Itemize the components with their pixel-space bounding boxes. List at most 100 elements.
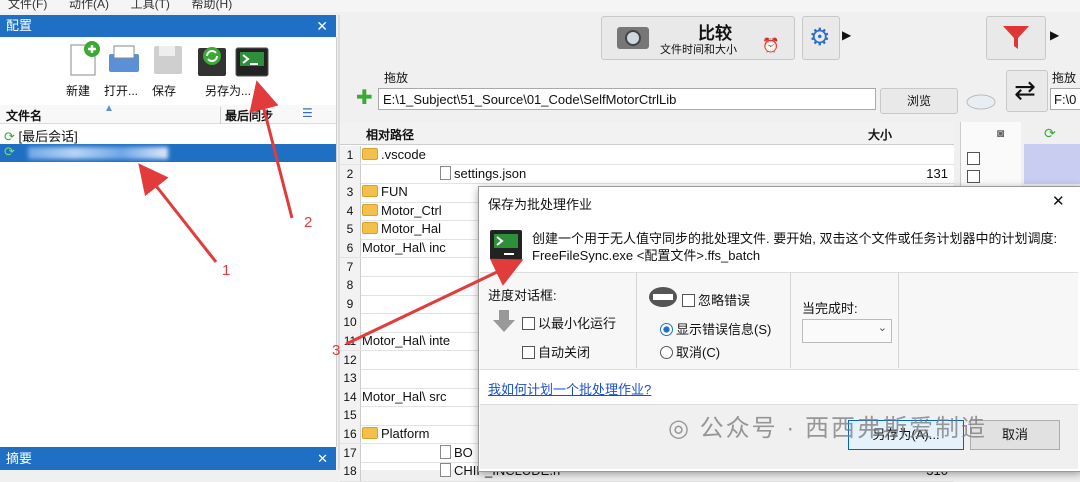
compare-sublabel: 文件时间和大小 bbox=[660, 44, 737, 56]
compare-dropdown-icon[interactable]: ▶ bbox=[842, 28, 851, 42]
sync-action-column bbox=[1024, 144, 1080, 184]
row-number: 11 bbox=[340, 332, 361, 351]
new-config-label: 新建 bbox=[66, 84, 91, 98]
column-filename[interactable]: 文件名 bbox=[6, 107, 42, 124]
save-as-sync-icon bbox=[198, 47, 226, 76]
auto-close-checkbox[interactable]: 自动关闭 bbox=[522, 342, 590, 361]
watermark: ◎ 公众号 · 西西弗斯爱制造 bbox=[668, 408, 987, 443]
save-config-label: 保存 bbox=[152, 84, 177, 98]
filter-funnel-icon bbox=[1003, 26, 1029, 49]
row-number: 15 bbox=[340, 406, 361, 425]
row-number: 1 bbox=[340, 146, 361, 165]
save-as-config-button[interactable] bbox=[194, 40, 230, 80]
radio-dot bbox=[660, 346, 673, 359]
column-size[interactable]: 大小 bbox=[868, 126, 892, 143]
row-number: 6 bbox=[340, 239, 361, 258]
relative-path-cell: Motor_Hal\ src bbox=[362, 389, 447, 404]
path-text: Motor_Hal\ inc bbox=[362, 240, 446, 255]
schedule-help-link[interactable]: 我如何计划一个批处理作业? bbox=[488, 379, 651, 398]
cancel-on-error-radio[interactable]: 取消(C) bbox=[660, 342, 720, 361]
compare-button[interactable]: 比较 文件时间和大小 ⏰ bbox=[601, 16, 795, 60]
annotation-number-3: 3 bbox=[332, 342, 341, 359]
show-errors-label: 显示错误信息(S) bbox=[676, 322, 772, 337]
table-row[interactable]: 2 settings.json 131 bbox=[340, 164, 954, 184]
sync-icon: ⟳ bbox=[4, 129, 15, 144]
menu-bar: 文件(F) 动作(A) 工具(T) 帮助(H) bbox=[0, 0, 1080, 12]
close-icon[interactable]: ✕ bbox=[316, 15, 328, 37]
folder-icon bbox=[362, 185, 378, 198]
add-folder-pair-icon[interactable]: ✚ bbox=[356, 88, 374, 109]
row-number: 10 bbox=[340, 313, 361, 332]
relative-path-cell: BO bbox=[440, 444, 473, 460]
relative-path-cell: Motor_Ctrl bbox=[362, 203, 442, 218]
list-view-icon[interactable]: ☰ bbox=[302, 106, 313, 120]
row-checkbox[interactable] bbox=[967, 170, 980, 183]
close-icon[interactable]: ✕ bbox=[1052, 192, 1065, 210]
sync-icon: ⟳ bbox=[4, 144, 15, 159]
row-checkbox[interactable] bbox=[967, 152, 980, 165]
new-config-button[interactable] bbox=[66, 40, 102, 80]
menu-help[interactable]: 帮助(H) bbox=[192, 0, 233, 11]
browse-button[interactable]: 浏览 bbox=[880, 88, 958, 114]
summary-panel-header: 摘要 ✕ bbox=[0, 447, 336, 470]
compare-settings-button[interactable]: ⚙ bbox=[802, 16, 840, 60]
summary-panel-title: 摘要 bbox=[6, 451, 33, 466]
progress-dialog-label: 进度对话框: bbox=[488, 288, 557, 303]
file-icon bbox=[440, 165, 451, 180]
right-folder-path-input[interactable]: F:\0 bbox=[1050, 88, 1080, 110]
close-icon[interactable]: ✕ bbox=[317, 447, 328, 470]
column-last-sync[interactable]: 最后同步 bbox=[220, 107, 273, 124]
menu-tools[interactable]: 工具(T) bbox=[131, 0, 170, 11]
config-item-selected[interactable]: ⟳ bbox=[0, 144, 336, 162]
divider bbox=[898, 272, 899, 368]
save-config-button[interactable] bbox=[150, 40, 186, 80]
relative-path-cell: Motor_Hal\ inte bbox=[362, 333, 450, 348]
swap-sides-button[interactable]: ⇄ bbox=[1006, 70, 1048, 112]
row-number: 18 bbox=[340, 462, 361, 481]
open-folder-icon bbox=[109, 45, 139, 72]
ignore-errors-checkbox[interactable]: 忽略错误 bbox=[682, 290, 750, 309]
filter-button[interactable] bbox=[986, 16, 1046, 60]
save-as-batch-button[interactable] bbox=[234, 40, 270, 80]
sort-arrow-icon: ▲ bbox=[104, 103, 114, 114]
left-folder-path-input[interactable]: E:\1_Subject\51_Source\01_Code\SelfMotor… bbox=[378, 88, 876, 110]
relative-path-cell: Platform bbox=[362, 426, 429, 441]
row-number: 2 bbox=[340, 164, 361, 183]
path-text: Motor_Ctrl bbox=[381, 202, 442, 218]
dialog-description: 创建一个用于无人值守同步的批处理文件. 要开始, 双击这个文件或任务计划器中的计… bbox=[532, 230, 1072, 264]
folder-icon bbox=[362, 222, 378, 235]
open-config-label: 打开... bbox=[104, 84, 139, 98]
relative-path-cell: .vscode bbox=[362, 147, 426, 162]
row-number: 14 bbox=[340, 387, 361, 407]
relative-path-cell: Motor_Hal bbox=[362, 221, 441, 236]
cloud-icon[interactable] bbox=[962, 88, 1000, 112]
folder-icon bbox=[362, 427, 378, 439]
column-relative-path[interactable]: 相对路径 bbox=[366, 126, 414, 143]
config-panel-title: 配置 bbox=[6, 18, 33, 33]
show-errors-radio[interactable]: 显示错误信息(S) bbox=[660, 319, 771, 338]
path-text: Platform bbox=[381, 426, 430, 441]
right-drop-label: 拖放 bbox=[1052, 71, 1077, 85]
folder-icon bbox=[362, 203, 378, 216]
on-completion-select[interactable]: ⌄ bbox=[802, 319, 892, 343]
run-minimized-checkbox[interactable]: 以最小化运行 bbox=[522, 313, 616, 332]
menu-actions[interactable]: 动作(A) bbox=[69, 0, 109, 11]
divider bbox=[636, 272, 637, 368]
config-list-header: 文件名 ▲ 最后同步 ☰ bbox=[0, 103, 336, 124]
row-number: 5 bbox=[340, 220, 361, 239]
menu-file[interactable]: 文件(F) bbox=[8, 0, 47, 11]
compare-column-icon: ◙ bbox=[997, 126, 1005, 140]
cancel-on-error-label: 取消(C) bbox=[676, 345, 721, 360]
filter-dropdown-icon[interactable]: ▶ bbox=[1050, 28, 1059, 42]
path-text: .vscode bbox=[381, 147, 426, 162]
radio-dot bbox=[660, 323, 673, 336]
checkbox-box bbox=[682, 294, 695, 307]
row-number: 13 bbox=[340, 369, 361, 388]
config-item-last-session[interactable]: ⟳ [最后会话] bbox=[4, 126, 78, 145]
sync-icon: ⟳ bbox=[1044, 125, 1056, 141]
table-row[interactable]: 1 .vscode bbox=[340, 146, 954, 166]
path-text: Motor_Hal\ inte bbox=[362, 333, 451, 348]
open-config-button[interactable] bbox=[106, 40, 142, 80]
auto-close-label: 自动关闭 bbox=[538, 345, 591, 360]
save-disk-icon bbox=[154, 46, 182, 74]
